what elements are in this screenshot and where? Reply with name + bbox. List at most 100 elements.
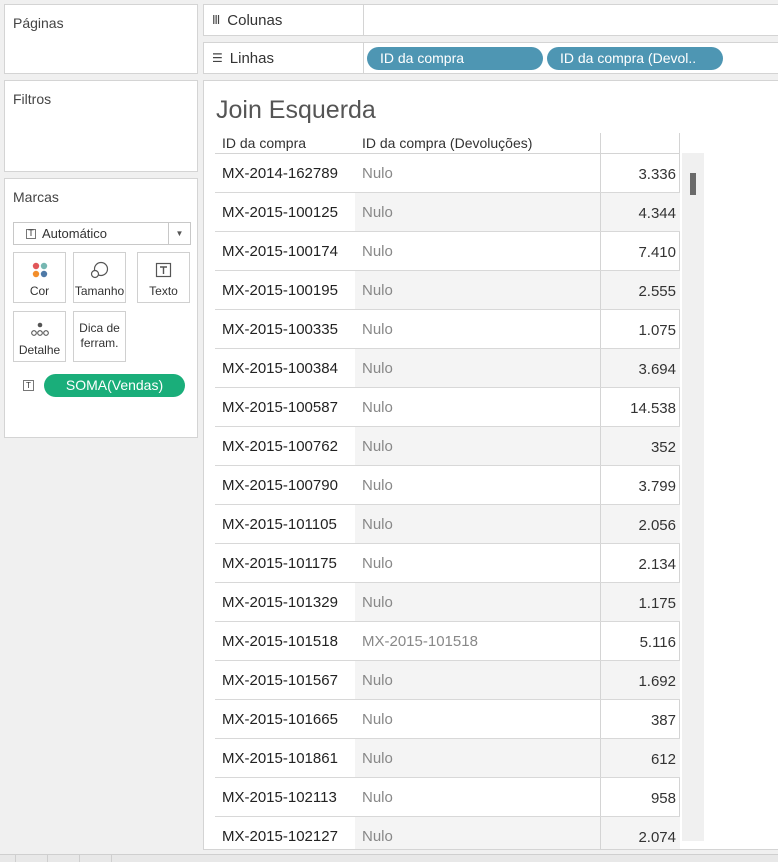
table-row[interactable]: MX-2015-101861 Nulo 612 [215, 739, 680, 778]
tab-stub[interactable] [16, 855, 48, 862]
cell-soma-vendas[interactable]: 3.336 [600, 154, 680, 192]
cell-id-compra[interactable]: MX-2014-162789 [222, 165, 338, 182]
cell-id-compra[interactable]: MX-2015-100790 [222, 477, 338, 494]
cell-soma-vendas[interactable]: 7.410 [600, 232, 680, 270]
cell-id-compra-devolucoes[interactable]: Nulo [355, 778, 600, 816]
cell-id-compra-devolucoes[interactable]: Nulo [355, 271, 600, 309]
cell-id-compra[interactable]: MX-2015-102127 [222, 828, 338, 845]
cell-soma-vendas[interactable]: 5.116 [600, 622, 680, 660]
cell-id-compra[interactable]: MX-2015-101861 [222, 750, 338, 767]
cell-id-compra[interactable]: MX-2015-100762 [222, 438, 338, 455]
cell-id-compra-devolucoes[interactable]: Nulo [355, 388, 600, 426]
cell-id-compra-devolucoes[interactable]: Nulo [355, 739, 600, 777]
tab-stub[interactable] [48, 855, 80, 862]
table-row[interactable]: MX-2015-101105 Nulo 2.056 [215, 505, 680, 544]
cell-id-compra[interactable]: MX-2015-100335 [222, 321, 338, 338]
table-row[interactable]: MX-2015-102113 Nulo 958 [215, 778, 680, 817]
bottom-tab-bar [0, 854, 778, 862]
cell-soma-vendas[interactable]: 14.538 [600, 388, 680, 426]
cell-id-compra[interactable]: MX-2015-101329 [222, 594, 338, 611]
table-row[interactable]: MX-2015-101567 Nulo 1.692 [215, 661, 680, 700]
table-row[interactable]: MX-2015-102127 Nulo 2.074 [215, 817, 680, 849]
cell-id-compra-devolucoes[interactable]: Nulo [355, 817, 600, 849]
cell-id-compra-devolucoes[interactable]: MX-2015-101518 [355, 622, 600, 660]
detail-button[interactable]: Detalhe [13, 311, 66, 362]
text-button[interactable]: Texto [137, 252, 190, 303]
cell-id-compra-devolucoes[interactable]: Nulo [355, 544, 600, 582]
mark-type-dropdown[interactable]: T Automático ▼ [13, 222, 191, 245]
table-row[interactable]: MX-2015-100384 Nulo 3.694 [215, 349, 680, 388]
cell-id-compra-devolucoes[interactable]: Nulo [355, 349, 600, 387]
table-row[interactable]: MX-2015-101329 Nulo 1.175 [215, 583, 680, 622]
cell-soma-vendas[interactable]: 1.692 [600, 661, 680, 699]
cell-id-compra[interactable]: MX-2015-100174 [222, 243, 338, 260]
cell-id-compra[interactable]: MX-2015-102113 [222, 789, 337, 806]
rows-shelf-text: Linhas [229, 49, 274, 67]
cell-id-compra-devolucoes[interactable]: Nulo [355, 661, 600, 699]
table-row[interactable]: MX-2015-100195 Nulo 2.555 [215, 271, 680, 310]
text-mark-icon: T [23, 380, 34, 391]
cell-soma-vendas[interactable]: 387 [600, 700, 680, 738]
cell-id-compra[interactable]: MX-2015-101175 [222, 555, 337, 572]
table-row[interactable]: MX-2014-162789 Nulo 3.336 [215, 154, 680, 193]
table-row[interactable]: MX-2015-100762 Nulo 352 [215, 427, 680, 466]
color-button[interactable]: Cor [13, 252, 66, 303]
cell-id-compra-devolucoes[interactable]: Nulo [355, 505, 600, 543]
cell-soma-vendas[interactable]: 2.134 [600, 544, 680, 582]
cell-id-compra[interactable]: MX-2015-100125 [222, 204, 338, 221]
cell-soma-vendas[interactable]: 352 [600, 427, 680, 465]
text-mark-icon: T [26, 228, 36, 239]
cell-soma-vendas[interactable]: 3.694 [600, 349, 680, 387]
cell-soma-vendas[interactable]: 1.075 [600, 310, 680, 348]
tab-stub[interactable] [80, 855, 112, 862]
cell-id-compra[interactable]: MX-2015-101518 [222, 633, 338, 650]
soma-vendas-pill[interactable]: SOMA(Vendas) [44, 374, 185, 397]
table-row[interactable]: MX-2015-100335 Nulo 1.075 [215, 310, 680, 349]
cell-id-compra-devolucoes[interactable]: Nulo [355, 700, 600, 738]
header-id-compra[interactable]: ID da compra [222, 135, 306, 151]
cell-id-compra[interactable]: MX-2015-100195 [222, 282, 338, 299]
pages-card[interactable]: Páginas [4, 4, 198, 74]
cell-soma-vendas[interactable]: 3.799 [600, 466, 680, 504]
cell-soma-vendas[interactable]: 2.555 [600, 271, 680, 309]
header-id-compra-devolucoes[interactable]: ID da compra (Devoluções) [362, 135, 532, 151]
vertical-scrollbar[interactable] [682, 153, 704, 841]
cell-soma-vendas[interactable]: 958 [600, 778, 680, 816]
scrollbar-thumb[interactable] [690, 173, 696, 195]
cell-id-compra-devolucoes[interactable]: Nulo [355, 232, 600, 270]
id-compra-pill[interactable]: ID da compra [367, 47, 543, 70]
cell-id-compra-devolucoes[interactable]: Nulo [355, 427, 600, 465]
table-row[interactable]: MX-2015-100790 Nulo 3.799 [215, 466, 680, 505]
size-button[interactable]: Tamanho [73, 252, 126, 303]
cell-id-compra[interactable]: MX-2015-101105 [222, 516, 337, 533]
id-compra-devolucoes-pill[interactable]: ID da compra (Devol.. [547, 47, 723, 70]
cell-id-compra[interactable]: MX-2015-101567 [222, 672, 338, 689]
cell-soma-vendas[interactable]: 2.074 [600, 817, 680, 849]
tab-stub[interactable] [0, 855, 16, 862]
cell-id-compra-devolucoes[interactable]: Nulo [355, 154, 600, 192]
cell-id-compra-devolucoes[interactable]: Nulo [355, 583, 600, 621]
table-row[interactable]: MX-2015-100174 Nulo 7.410 [215, 232, 680, 271]
worksheet-view: Join Esquerda ID da compra ID da compra … [203, 80, 778, 850]
table-row[interactable]: MX-2015-101175 Nulo 2.134 [215, 544, 680, 583]
cell-soma-vendas[interactable]: 612 [600, 739, 680, 777]
cell-soma-vendas[interactable]: 4.344 [600, 193, 680, 231]
cell-soma-vendas[interactable]: 1.175 [600, 583, 680, 621]
cell-soma-vendas[interactable]: 2.056 [600, 505, 680, 543]
table-row[interactable]: MX-2015-100125 Nulo 4.344 [215, 193, 680, 232]
cell-id-compra[interactable]: MX-2015-101665 [222, 711, 338, 728]
cell-id-compra-devolucoes[interactable]: Nulo [355, 466, 600, 504]
table-row[interactable]: MX-2015-101518 MX-2015-101518 5.116 [215, 622, 680, 661]
filters-card[interactable]: Filtros [4, 80, 198, 172]
chevron-down-icon[interactable]: ▼ [168, 223, 190, 244]
rows-shelf[interactable]: ☰ Linhas ID da compra ID da compra (Devo… [203, 42, 778, 74]
cell-id-compra-devolucoes[interactable]: Nulo [355, 193, 600, 231]
cell-id-compra[interactable]: MX-2015-100587 [222, 399, 338, 416]
columns-shelf[interactable]: Ⅲ Colunas [203, 4, 778, 36]
mark-type-label: Automático [42, 226, 108, 241]
cell-id-compra[interactable]: MX-2015-100384 [222, 360, 338, 377]
tooltip-button[interactable]: Dica de ferram. [73, 311, 126, 362]
table-row[interactable]: MX-2015-100587 Nulo 14.538 [215, 388, 680, 427]
cell-id-compra-devolucoes[interactable]: Nulo [355, 310, 600, 348]
table-row[interactable]: MX-2015-101665 Nulo 387 [215, 700, 680, 739]
